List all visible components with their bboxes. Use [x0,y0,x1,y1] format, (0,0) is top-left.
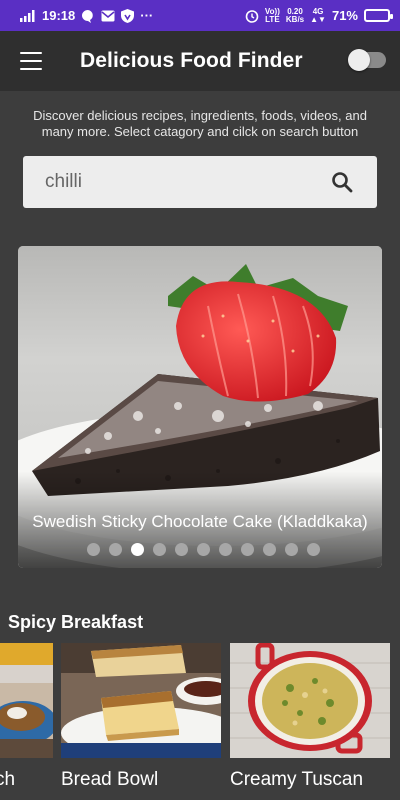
status-time: 19:18 [42,8,76,23]
menu-icon[interactable] [20,52,42,70]
app-description: Discover delicious recipes, ingredients,… [33,108,367,139]
carousel-dot[interactable] [196,543,210,556]
battery-icon [364,9,393,22]
app-bar: Delicious Food Finder [0,31,400,91]
recipe-card[interactable]: Bread Bowl [61,643,221,800]
recipe-card-title: ch [0,769,16,790]
recipe-card[interactable]: Creamy Tuscan [230,643,390,800]
toggle-knob [348,49,370,71]
recipe-card-title: Bread Bowl [61,769,159,790]
carousel-dot[interactable] [218,543,232,556]
mail-icon [101,10,115,22]
network-speed: 0.20 KB/s [285,6,305,24]
carousel-dot[interactable] [306,543,320,556]
network-type: 4G ▲▼ [310,6,326,24]
more-notifications-icon: ··· [140,8,154,23]
volte-indicator: Vo)) LTE [264,6,280,24]
carousel-dot[interactable] [152,543,166,556]
search-input[interactable] [45,171,329,193]
recipe-card-title: Creamy Tuscan [230,769,364,790]
search-box [23,156,377,208]
carousel-dot[interactable] [130,543,144,556]
battery-percent: 71% [331,8,358,23]
carousel-dot[interactable] [262,543,276,556]
signal-icon [20,9,36,22]
carousel-caption: Swedish Sticky Chocolate Cake (Kladdkaka… [32,512,368,531]
vpn-shield-icon [121,8,135,23]
theme-toggle[interactable] [348,49,386,71]
carousel-dot[interactable] [86,543,100,556]
carousel-indicators [18,543,382,556]
chat-icon [81,9,95,23]
status-bar: 19:18 ··· Vo)) LTE 0.20 KB/s 4G ▲▼ 71% [0,0,400,31]
recipe-thumbnail [230,643,390,758]
recipe-card[interactable]: ch [0,643,53,800]
search-icon[interactable] [329,169,355,195]
section-title: Spicy Breakfast [8,612,144,632]
recipe-thumbnail [61,643,221,758]
recipe-thumbnail [0,643,53,758]
carousel-dot[interactable] [174,543,188,556]
featured-carousel[interactable]: Swedish Sticky Chocolate Cake (Kladdkaka… [18,246,382,568]
alarm-icon [245,9,259,23]
app-title: Delicious Food Finder [80,49,303,72]
carousel-dot[interactable] [284,543,298,556]
carousel-dot[interactable] [108,543,122,556]
recipe-card-list: ch Bread Bowl [0,643,400,800]
carousel-dot[interactable] [240,543,254,556]
